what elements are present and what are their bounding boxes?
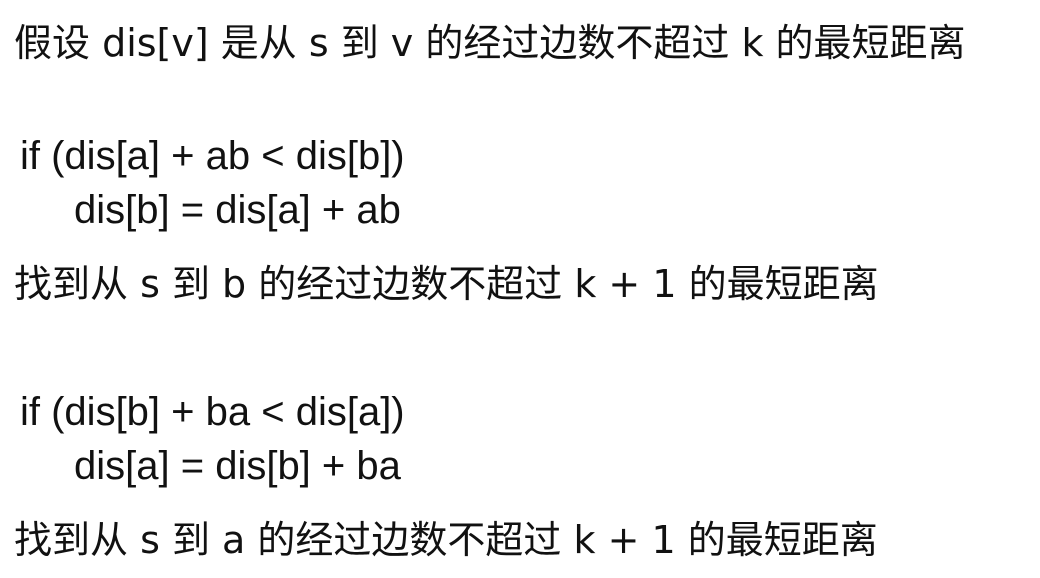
condition-line-a-to-b: if (dis[a] + ab < dis[b]) xyxy=(20,134,405,178)
condition-line-b-to-a: if (dis[b] + ba < dis[a]) xyxy=(20,390,405,434)
conclusion-line-a: 找到从 s 到 a 的经过边数不超过 k + 1 的最短距离 xyxy=(14,518,878,562)
conclusion-line-b: 找到从 s 到 b 的经过边数不超过 k + 1 的最短距离 xyxy=(14,262,879,306)
assignment-line-a: dis[a] = dis[b] + ba xyxy=(74,444,401,488)
assignment-line-b: dis[b] = dis[a] + ab xyxy=(74,188,401,232)
assumption-line: 假设 dis[v] 是从 s 到 v 的经过边数不超过 k 的最短距离 xyxy=(14,21,966,65)
